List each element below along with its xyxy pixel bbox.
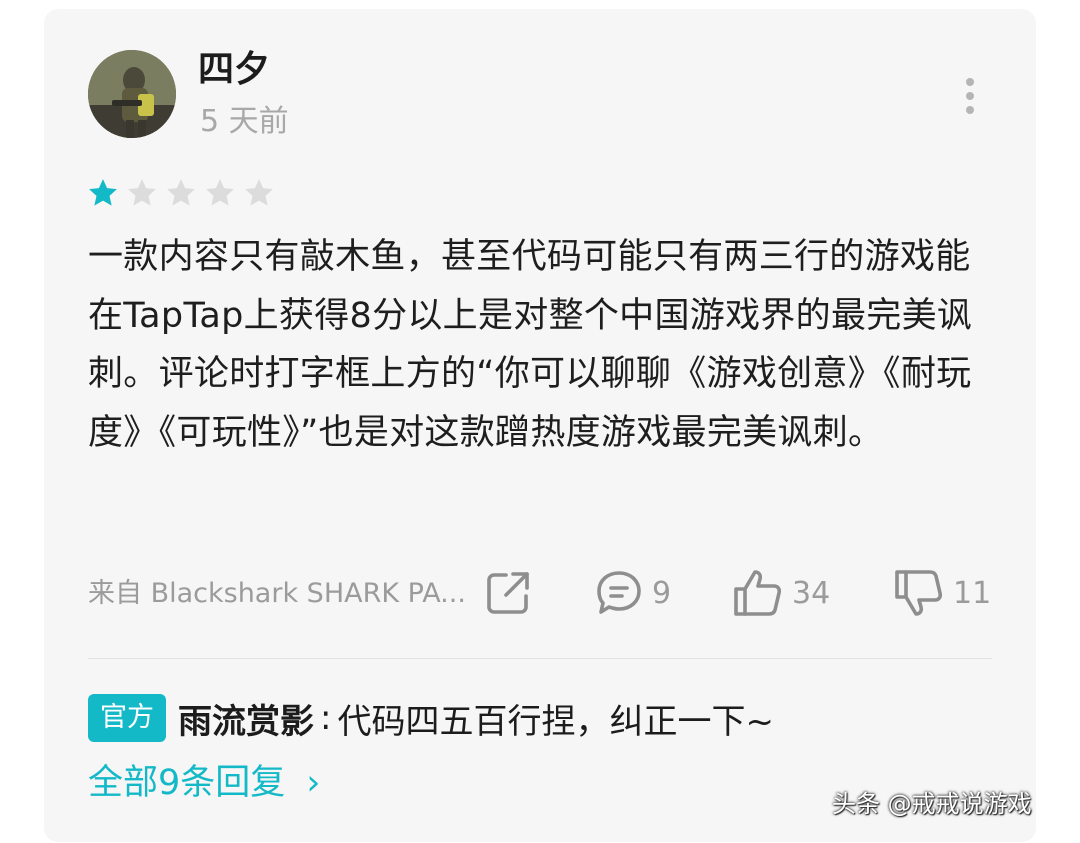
reply-preview[interactable]: 官方 雨流赏影 : 代码四五百行捏，纠正一下~ — [88, 692, 774, 744]
device-label: 来自 Blackshark SHARK PA... — [88, 578, 466, 609]
review-text: 一款内容只有敲木鱼，甚至代码可能只有两三行的游戏能在TapTap上获得8分以上是… — [88, 237, 973, 453]
star-filled-icon — [89, 179, 117, 206]
reply-separator: : — [320, 698, 332, 738]
star-empty-icon — [128, 179, 156, 206]
thumbs-down-icon — [895, 570, 943, 616]
official-badge: 官方 — [88, 694, 166, 742]
all-replies-link[interactable]: 全部9条回复 › — [88, 758, 320, 808]
comment-icon — [597, 571, 641, 614]
share-icon — [487, 572, 529, 614]
divider — [88, 658, 992, 659]
rating-stars — [86, 176, 276, 210]
avatar[interactable] — [88, 50, 176, 138]
more-options-icon[interactable] — [955, 74, 985, 118]
share-button[interactable] — [484, 566, 532, 620]
reply-text: 代码四五百行捏，纠正一下~ — [337, 701, 774, 742]
like-button[interactable]: 34 — [732, 566, 830, 620]
comment-count: 9 — [652, 575, 672, 611]
reply-author[interactable]: 雨流赏影 — [178, 694, 314, 743]
chevron-right-icon: › — [306, 763, 321, 803]
like-count: 34 — [792, 575, 831, 611]
dislike-button[interactable]: 11 — [893, 566, 991, 620]
all-replies-label: 全部9条回复 — [88, 763, 286, 803]
star-empty-icon — [245, 179, 273, 206]
post-time: 5 天前 — [200, 104, 289, 139]
dislike-count: 11 — [953, 575, 992, 611]
thumbs-up-icon — [734, 570, 782, 616]
star-empty-icon — [167, 179, 195, 206]
comment-button[interactable]: 9 — [594, 566, 671, 620]
username[interactable]: 四夕 — [198, 48, 270, 92]
star-empty-icon — [206, 179, 234, 206]
watermark: 头条 @戒戒说游戏 — [832, 790, 1032, 818]
